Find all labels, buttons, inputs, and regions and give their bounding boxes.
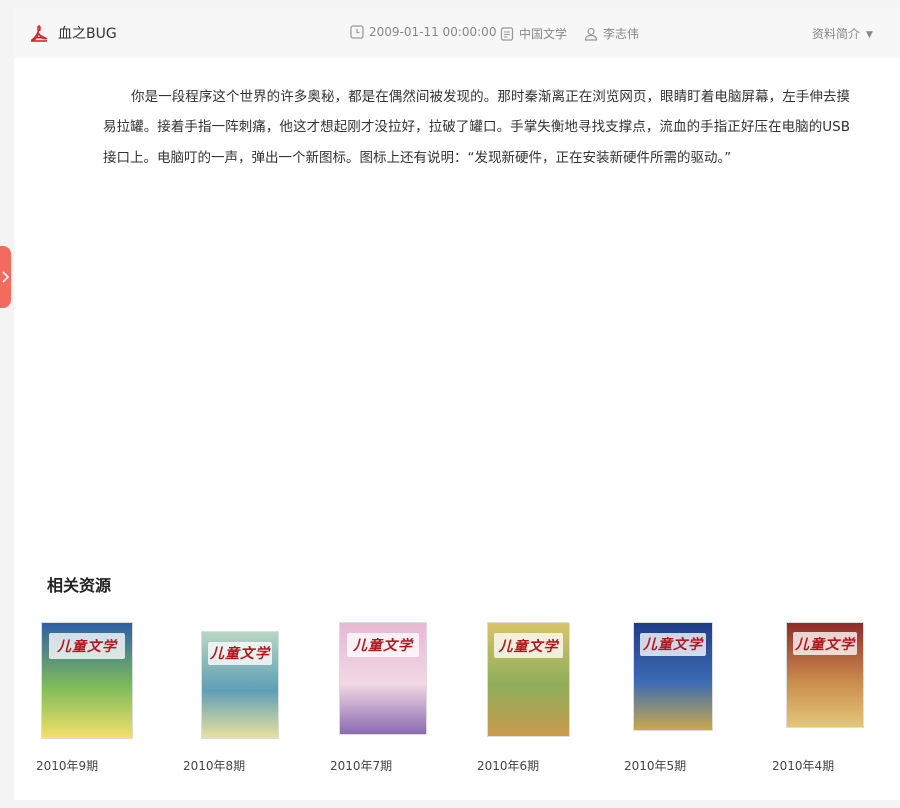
- user-icon: [584, 27, 598, 41]
- category: 中国文学: [500, 25, 567, 42]
- cover-masthead-text: 儿童文学: [346, 632, 420, 658]
- related-item-label[interactable]: 2010年5期: [624, 757, 686, 774]
- article-body: 你是一段程序这个世界的许多奥秘，都是在偶然间被发现的。那时秦渐离正在浏览网页，眼…: [103, 89, 850, 166]
- magazine-cover-image[interactable]: 儿童文学: [339, 622, 427, 735]
- magazine-cover-image[interactable]: 儿童文学: [633, 622, 713, 731]
- cover-masthead-text: 儿童文学: [494, 633, 563, 659]
- cover-masthead-text: 儿童文学: [640, 632, 706, 657]
- category-text: 中国文学: [519, 27, 568, 41]
- document-icon: [500, 26, 514, 41]
- cover-masthead-text: 儿童文学: [49, 633, 125, 659]
- related-item-label[interactable]: 2010年4期: [772, 757, 834, 774]
- related-item-label[interactable]: 2010年9期: [36, 757, 98, 774]
- clock-icon: [350, 25, 364, 39]
- related-section-title: 相关资源: [47, 576, 112, 595]
- chevron-right-icon: [2, 271, 9, 283]
- author-text: 李志伟: [603, 27, 640, 41]
- magazine-cover-image[interactable]: 儿童文学: [201, 631, 279, 739]
- pdf-icon: [30, 25, 48, 42]
- magazine-cover-image[interactable]: 儿童文学: [41, 622, 133, 739]
- document-card: 血之BUG 2009-01-11 00:00:00 中国文学 李志伟 资料简介 ▼: [14, 8, 900, 800]
- document-title: 血之BUG: [58, 26, 117, 42]
- magazine-cover-image[interactable]: 儿童文学: [786, 622, 864, 728]
- author: 李志伟: [584, 25, 639, 42]
- magazine-cover-image[interactable]: 儿童文学: [487, 622, 570, 737]
- triangle-down-icon: ▼: [866, 30, 873, 40]
- info-toggle-label: 资料简介: [812, 27, 861, 41]
- related-item-label[interactable]: 2010年8期: [183, 757, 245, 774]
- publish-date-text: 2009-01-11 00:00:00: [369, 25, 497, 39]
- publish-date: 2009-01-11 00:00:00: [350, 25, 496, 39]
- info-toggle-button[interactable]: 资料简介 ▼: [812, 25, 873, 42]
- related-item-label[interactable]: 2010年6期: [477, 757, 539, 774]
- cover-masthead-text: 儿童文学: [208, 641, 272, 665]
- related-item-label[interactable]: 2010年7期: [330, 757, 392, 774]
- cover-masthead-text: 儿童文学: [793, 632, 857, 656]
- side-panel-toggle[interactable]: [0, 246, 11, 308]
- document-header: 血之BUG 2009-01-11 00:00:00 中国文学 李志伟 资料简介 ▼: [14, 8, 900, 58]
